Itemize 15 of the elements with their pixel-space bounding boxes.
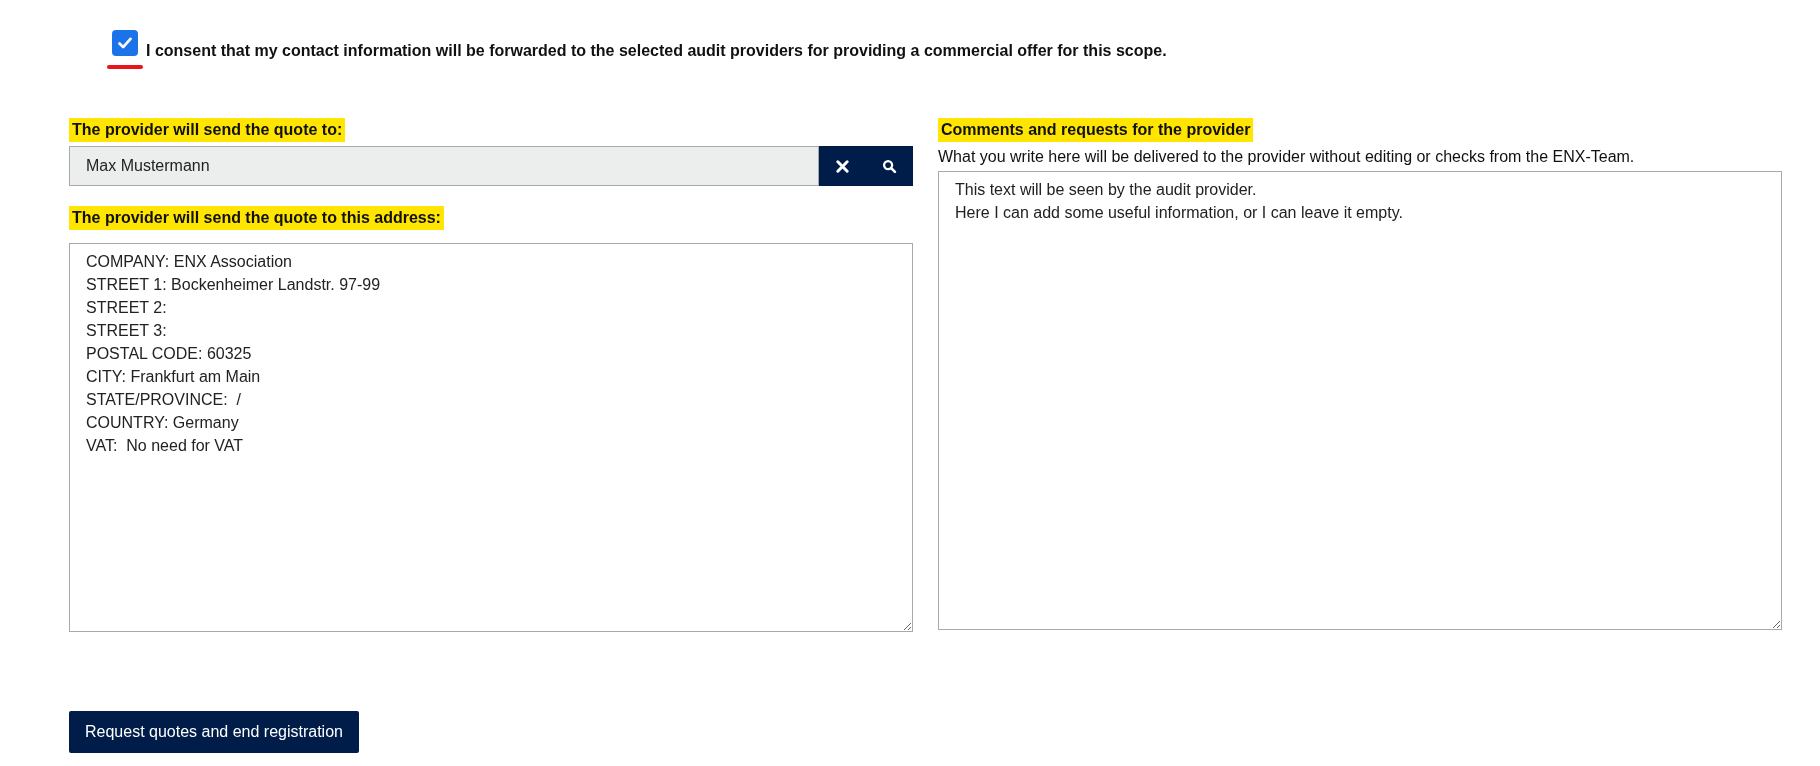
- field-label: The provider will send the quote to this address:: [69, 206, 444, 230]
- comments-field[interactable]: This text will be seen by the audit provider. Here I can add some useful information, or I can leave it empty.: [938, 171, 1782, 630]
- field-label: Comments and requests for the provider: [938, 118, 1254, 142]
- close-icon: [835, 158, 850, 174]
- consent-checkbox[interactable]: [112, 30, 138, 56]
- underline-mark: [107, 65, 143, 69]
- recipient-field[interactable]: Max Mustermann: [69, 146, 819, 186]
- consent-label: I consent that my contact information will be forwarded to the selected audit providers for providing a commercial offer for this scope.: [146, 42, 1167, 60]
- field-label: The provider will send the quote to:: [69, 118, 346, 142]
- address-field[interactable]: COMPANY: ENX Association STREET 1: Bockenheimer Landstr. 97-99 STREET 2: STREET 3: POSTAL CODE: 60325 CITY: Frankfurt am Main STATE/PROVINCE: / COUNTRY: Germany VAT: No need for VAT: [69, 243, 913, 632]
- search-icon: [882, 158, 897, 174]
- clear-button[interactable]: [819, 146, 866, 186]
- search-button[interactable]: [866, 146, 913, 186]
- field-hint: What you write here will be delivered to the provider without editing or checks from the ENX-Team.: [938, 148, 1636, 167]
- submit-button[interactable]: Request quotes and end registration: [69, 711, 359, 753]
